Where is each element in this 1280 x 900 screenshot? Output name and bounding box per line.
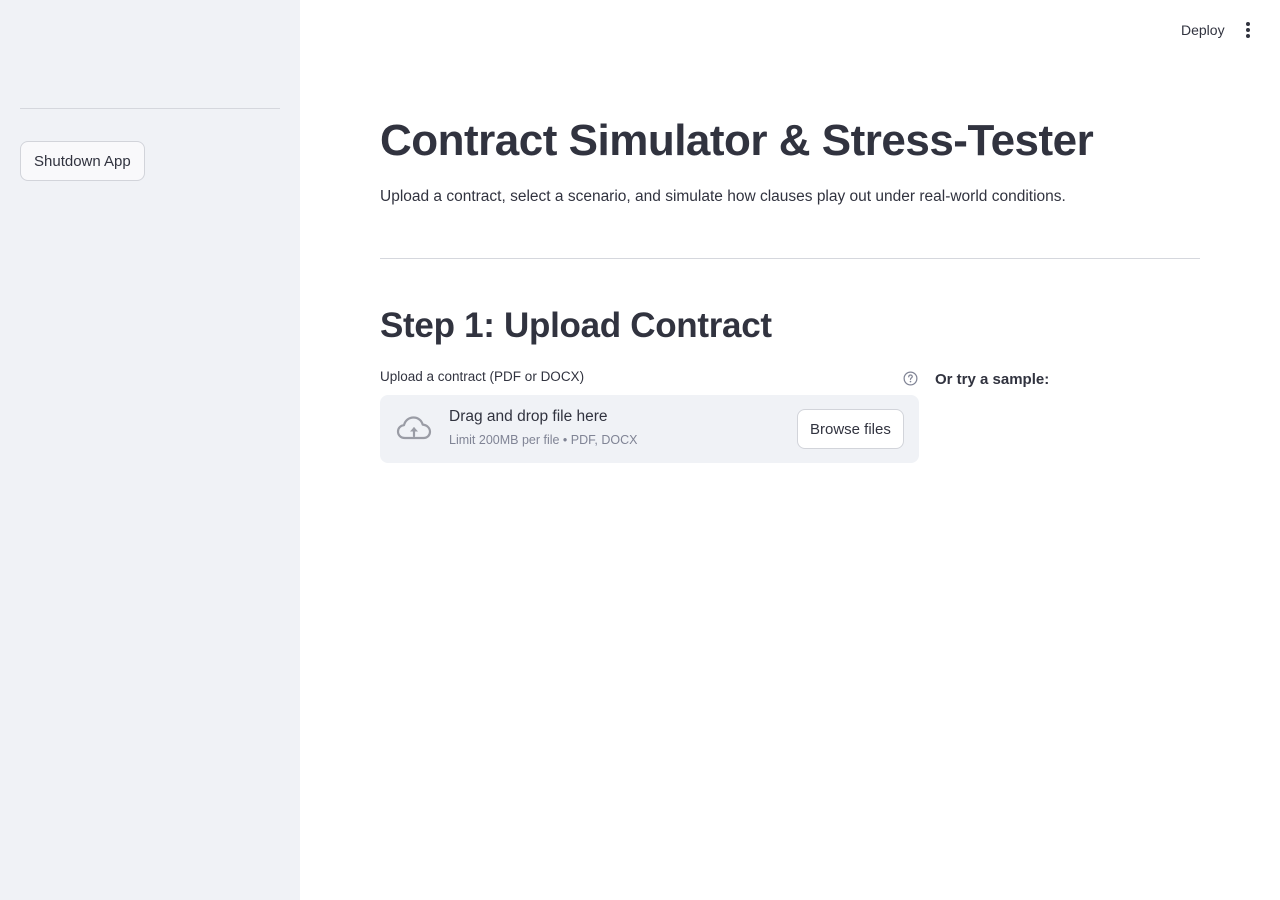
upload-label: Upload a contract (PDF or DOCX) <box>380 369 585 384</box>
main-menu-button[interactable] <box>1236 16 1260 44</box>
browse-files-button[interactable]: Browse files <box>797 409 904 449</box>
step1-heading: Step 1: Upload Contract <box>380 306 772 345</box>
dropzone-instructions: Drag and drop file here <box>449 408 608 425</box>
file-dropzone[interactable]: Drag and drop file here Limit 200MB per … <box>380 395 919 463</box>
page-subtitle: Upload a contract, select a scenario, an… <box>380 188 1066 205</box>
vertical-ellipsis-icon <box>1246 22 1250 38</box>
app-root: Shutdown App Deploy Contract Simulator &… <box>0 0 1280 900</box>
dropzone-limit-text: Limit 200MB per file • PDF, DOCX <box>449 433 638 447</box>
question-circle-icon[interactable] <box>903 371 918 386</box>
cloud-upload-icon <box>396 416 432 440</box>
sidebar-divider <box>20 108 280 109</box>
sample-label: Or try a sample: <box>935 371 1050 388</box>
shutdown-app-button[interactable]: Shutdown App <box>20 141 145 181</box>
section-divider <box>380 258 1200 259</box>
sidebar: Shutdown App <box>0 0 300 900</box>
deploy-button[interactable]: Deploy <box>1170 16 1236 44</box>
page-title: Contract Simulator & Stress-Tester <box>380 116 1094 165</box>
